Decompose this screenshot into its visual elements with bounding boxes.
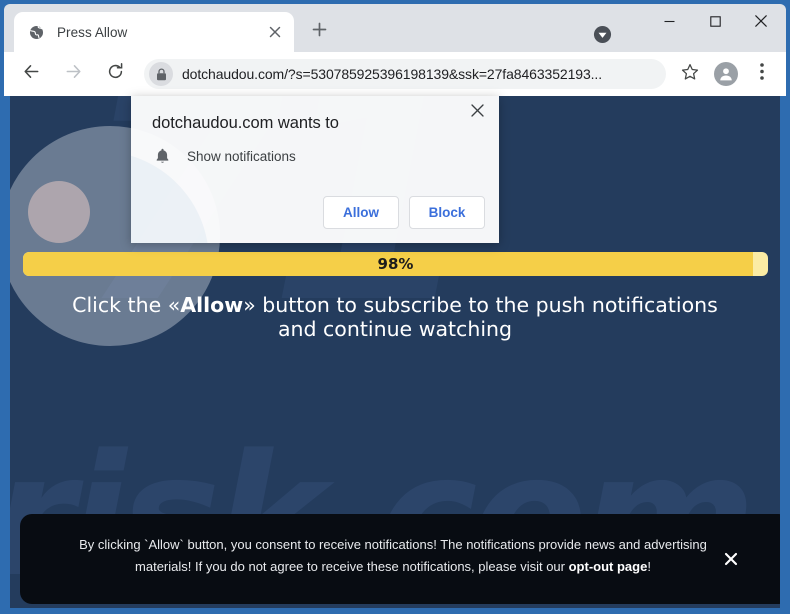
dialog-actions: Allow Block — [323, 196, 485, 229]
progress-bar: 98% — [23, 252, 768, 276]
window-close-icon — [755, 14, 767, 32]
consent-text-after-link: ! — [647, 559, 651, 574]
back-button[interactable] — [16, 59, 46, 89]
download-circle-icon — [593, 25, 612, 49]
profile-button[interactable] — [711, 59, 741, 89]
forward-button[interactable] — [58, 59, 88, 89]
star-icon — [681, 63, 699, 86]
headline-after-bold: » button to subscribe to the push notifi… — [243, 293, 718, 341]
tab-strip: Press Allow — [4, 4, 786, 52]
globe-icon — [28, 24, 45, 41]
background-blob-pink — [28, 181, 90, 243]
page-headline: Click the «Allow» button to subscribe to… — [55, 293, 735, 341]
lock-icon[interactable] — [149, 62, 173, 86]
browser-window: Press Allow dotchaudou.com/?s=5307859253… — [0, 0, 790, 614]
headline-before-bold: Click the « — [72, 293, 181, 317]
headline-bold-word: Allow — [180, 293, 244, 317]
minimize-icon — [664, 14, 675, 32]
toolbar-actions — [672, 59, 780, 89]
close-icon — [724, 551, 738, 571]
person-avatar-icon — [714, 62, 738, 86]
plus-icon — [312, 22, 327, 42]
address-bar-url[interactable]: dotchaudou.com/?s=530785925396198139&ssk… — [182, 66, 662, 82]
arrow-right-icon — [64, 62, 83, 86]
download-indicator-button[interactable] — [591, 25, 613, 49]
maximize-icon — [709, 14, 721, 32]
reload-icon — [106, 62, 125, 86]
browser-menu-button[interactable] — [747, 59, 777, 89]
address-bar[interactable]: dotchaudou.com/?s=530785925396198139&ssk… — [144, 59, 666, 89]
new-tab-button[interactable] — [307, 20, 331, 44]
reload-button[interactable] — [100, 59, 130, 89]
close-icon — [470, 104, 484, 122]
browser-tab[interactable]: Press Allow — [14, 12, 294, 52]
bell-icon — [152, 146, 172, 166]
dialog-title: dotchaudou.com wants to — [152, 114, 339, 132]
consent-banner: By clicking `Allow` button, you consent … — [20, 514, 780, 604]
opt-out-link[interactable]: opt-out page — [569, 559, 648, 574]
bookmark-button[interactable] — [675, 59, 705, 89]
consent-banner-close-button[interactable] — [720, 550, 742, 572]
minimize-button[interactable] — [646, 6, 692, 40]
close-icon[interactable] — [266, 23, 284, 41]
block-button[interactable]: Block — [409, 196, 485, 229]
dialog-permission-label: Show notifications — [187, 148, 296, 164]
tab-title: Press Allow — [57, 24, 128, 40]
maximize-button[interactable] — [692, 6, 738, 40]
dialog-close-button[interactable] — [465, 101, 489, 125]
arrow-left-icon — [22, 62, 41, 86]
window-controls — [646, 6, 784, 40]
consent-banner-text: By clicking `Allow` button, you consent … — [78, 534, 708, 578]
close-window-button[interactable] — [738, 6, 784, 40]
three-dots-vertical-icon — [760, 63, 764, 85]
browser-toolbar: dotchaudou.com/?s=530785925396198139&ssk… — [4, 52, 786, 96]
allow-button[interactable]: Allow — [323, 196, 399, 229]
dialog-permission-row: Show notifications — [152, 146, 296, 166]
progress-percent-label: 98% — [377, 255, 414, 273]
notification-permission-dialog: dotchaudou.com wants to Show notificatio… — [131, 96, 499, 243]
